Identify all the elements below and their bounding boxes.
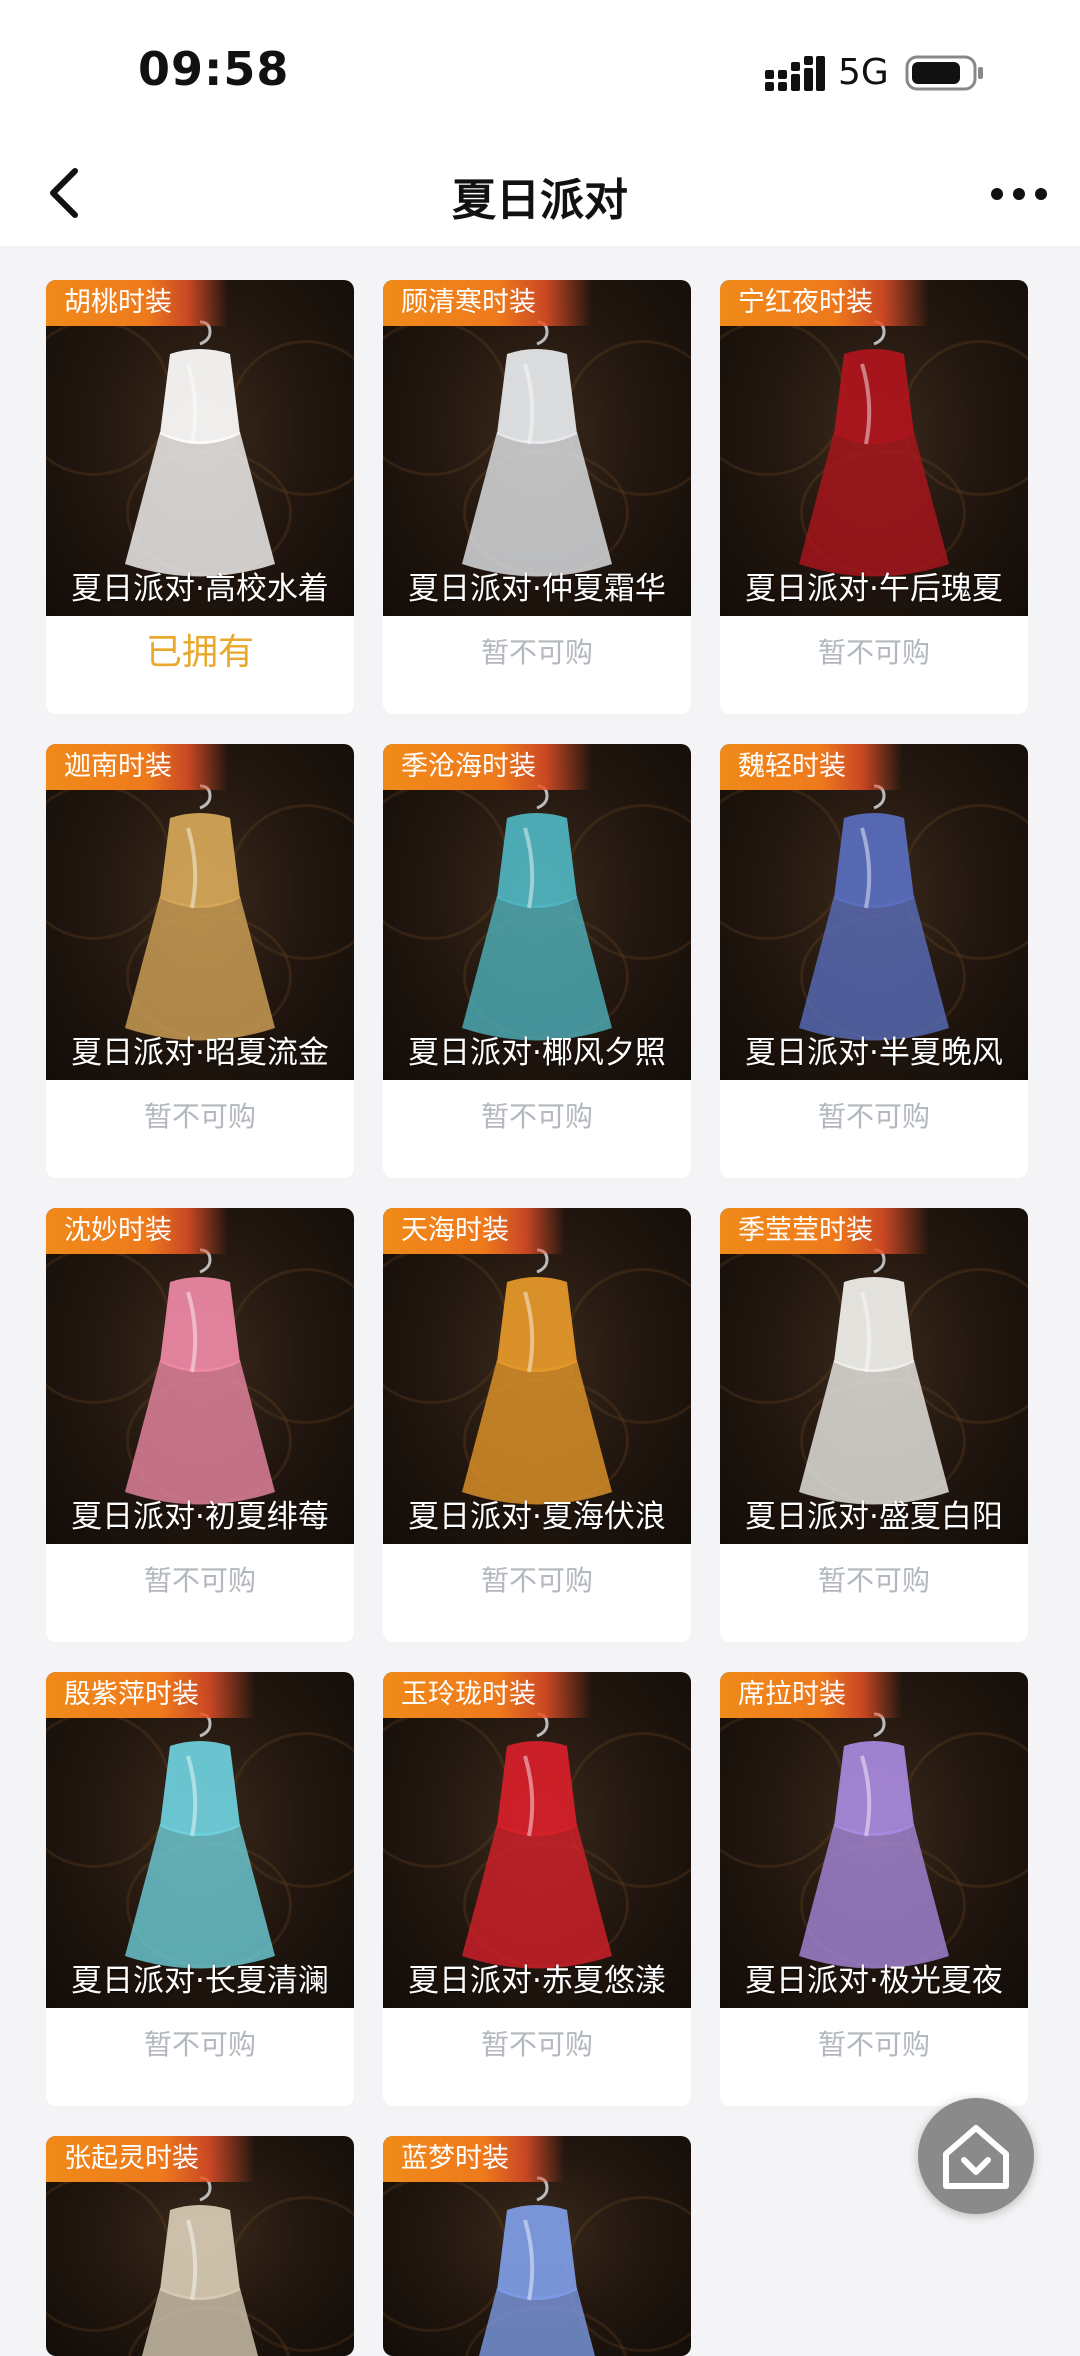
outfit-card[interactable]: 殷紫萍时装夏日派对·长夏清澜 暂不可购: [46, 1672, 354, 2106]
outfit-card[interactable]: 天海时装夏日派对·夏海伏浪 暂不可购: [383, 1208, 691, 1642]
unavailable-status: 暂不可购: [143, 1100, 256, 1133]
outfit-image-frame: 魏轻时装夏日派对·半夏晚风: [720, 744, 1028, 1080]
network-label: 5G: [838, 52, 889, 93]
unavailable-status: 暂不可购: [480, 636, 593, 669]
outfit-image-frame: 殷紫萍时装夏日派对·长夏清澜: [46, 1672, 354, 2008]
outfit-name: 夏日派对·赤夏悠漾: [408, 1963, 666, 1999]
outfit-image: [462, 1248, 612, 1505]
battery-icon: [905, 55, 983, 91]
outfit-image-frame: 天海时装夏日派对·夏海伏浪: [383, 1208, 691, 1544]
unavailable-status: 暂不可购: [480, 1564, 593, 1597]
outfit-name: 夏日派对·初夏绯莓: [71, 1499, 329, 1535]
character-tag: 沈妙时装: [46, 1208, 228, 1254]
outfit-card[interactable]: 宁红夜时装夏日派对·午后瑰夏 暂不可购: [720, 280, 1028, 714]
character-tag: 季莹莹时装: [720, 1208, 929, 1254]
outfit-image-frame: 张起灵时装: [46, 2136, 354, 2356]
outfit-image-frame: 蓝梦时装: [383, 2136, 691, 2356]
outfit-image: [462, 320, 612, 577]
outfit-image: [125, 320, 275, 577]
outfit-name: 夏日派对·仲夏霜华: [408, 571, 666, 607]
outfit-name: 夏日派对·高校水着: [71, 571, 329, 607]
outfit-name: 夏日派对·长夏清澜: [71, 1963, 329, 1999]
unavailable-status: 暂不可购: [480, 2028, 593, 2061]
outfit-image: [799, 784, 949, 1041]
outfit-image-frame: 沈妙时装夏日派对·初夏绯莓: [46, 1208, 354, 1544]
character-tag: 天海时装: [383, 1208, 565, 1254]
outfit-image-frame: 胡桃时装夏日派对·高校水着: [46, 280, 354, 616]
owned-status: 已拥有: [145, 632, 254, 673]
unavailable-status: 暂不可购: [817, 2028, 930, 2061]
home-icon: [943, 2125, 1009, 2189]
character-tag: 宁红夜时装: [720, 280, 929, 326]
outfit-card[interactable]: 席拉时装夏日派对·极光夏夜 暂不可购: [720, 1672, 1028, 2106]
outfit-card[interactable]: 沈妙时装夏日派对·初夏绯莓 暂不可购: [46, 1208, 354, 1642]
outfit-card[interactable]: 张起灵时装: [46, 2136, 354, 2356]
character-tag: 迦南时装: [46, 744, 228, 790]
unavailable-status: 暂不可购: [817, 636, 930, 669]
outfit-image: [462, 1712, 612, 1969]
outfit-card[interactable]: 迦南时装夏日派对·昭夏流金 暂不可购: [46, 744, 354, 1178]
outfit-card[interactable]: 蓝梦时装: [383, 2136, 691, 2356]
character-tag: 胡桃时装: [46, 280, 228, 326]
home-button[interactable]: [918, 2098, 1034, 2214]
character-tag: 季沧海时装: [383, 744, 592, 790]
outfit-image: [141, 2176, 259, 2356]
outfit-name: 夏日派对·午后瑰夏: [745, 571, 1003, 607]
outfit-image: [125, 784, 275, 1041]
character-tag: 蓝梦时装: [383, 2136, 565, 2182]
unavailable-status: 暂不可购: [143, 2028, 256, 2061]
outfit-image-frame: 顾清寒时装夏日派对·仲夏霜华: [383, 280, 691, 616]
character-tag: 席拉时装: [720, 1672, 902, 1718]
outfit-card[interactable]: 顾清寒时装夏日派对·仲夏霜华 暂不可购: [383, 280, 691, 714]
outfit-image: [462, 784, 612, 1041]
unavailable-status: 暂不可购: [480, 1100, 593, 1133]
outfit-card[interactable]: 季莹莹时装夏日派对·盛夏白阳 暂不可购: [720, 1208, 1028, 1642]
status-bar: 09:58 5G: [0, 0, 1080, 140]
more-dots-icon: [991, 188, 1047, 200]
unavailable-status: 暂不可购: [817, 1564, 930, 1597]
character-tag: 玉玲珑时装: [383, 1672, 592, 1718]
status-time: 09:58: [138, 42, 290, 96]
signal-icon: [765, 56, 825, 91]
outfit-card[interactable]: 胡桃时装夏日派对·高校水着已拥有: [46, 280, 354, 714]
outfit-name: 夏日派对·昭夏流金: [71, 1035, 329, 1071]
unavailable-status: 暂不可购: [817, 1100, 930, 1133]
more-button[interactable]: [984, 162, 1054, 226]
outfit-image: [125, 1712, 275, 1969]
outfit-image-frame: 迦南时装夏日派对·昭夏流金: [46, 744, 354, 1080]
outfit-image: [799, 1712, 949, 1969]
outfit-image: [799, 1248, 949, 1505]
outfit-name: 夏日派对·椰风夕照: [408, 1035, 666, 1071]
outfit-name: 夏日派对·夏海伏浪: [408, 1499, 666, 1535]
outfit-card[interactable]: 玉玲珑时装夏日派对·赤夏悠漾 暂不可购: [383, 1672, 691, 2106]
outfit-image-frame: 季莹莹时装夏日派对·盛夏白阳: [720, 1208, 1028, 1544]
character-tag: 顾清寒时装: [383, 280, 592, 326]
outfit-image-frame: 宁红夜时装夏日派对·午后瑰夏: [720, 280, 1028, 616]
character-tag: 张起灵时装: [46, 2136, 255, 2182]
outfit-image-frame: 季沧海时装夏日派对·椰风夕照: [383, 744, 691, 1080]
character-tag: 魏轻时装: [720, 744, 902, 790]
outfit-image-frame: 玉玲珑时装夏日派对·赤夏悠漾: [383, 1672, 691, 2008]
outfit-name: 夏日派对·半夏晚风: [745, 1035, 1003, 1071]
outfit-card[interactable]: 魏轻时装夏日派对·半夏晚风 暂不可购: [720, 744, 1028, 1178]
nav-bar: 夏日派对: [0, 140, 1080, 246]
outfit-card[interactable]: 季沧海时装夏日派对·椰风夕照 暂不可购: [383, 744, 691, 1178]
outfit-image: [125, 1248, 275, 1505]
page-title: 夏日派对: [452, 175, 628, 226]
outfit-image: [799, 320, 949, 577]
outfit-name: 夏日派对·盛夏白阳: [745, 1499, 1003, 1535]
outfit-image: [478, 2176, 596, 2356]
unavailable-status: 暂不可购: [143, 1564, 256, 1597]
outfit-name: 夏日派对·极光夏夜: [745, 1963, 1003, 1999]
character-tag: 殷紫萍时装: [46, 1672, 255, 1718]
outfit-image-frame: 席拉时装夏日派对·极光夏夜: [720, 1672, 1028, 2008]
